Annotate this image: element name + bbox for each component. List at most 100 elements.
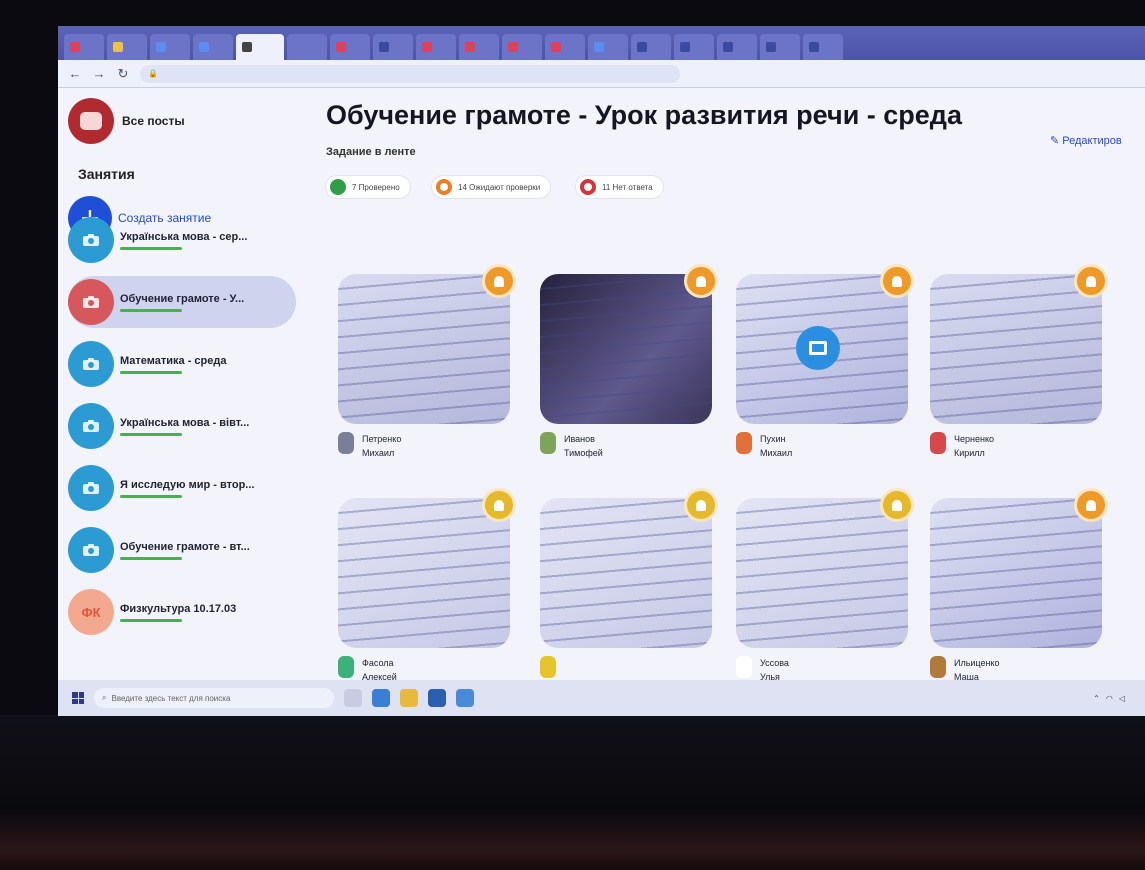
submission-card[interactable]: Уссова Улья: [736, 488, 914, 684]
tab-favicon-icon: [809, 42, 819, 52]
lock-icon: 🔒: [148, 69, 161, 78]
browser-tab[interactable]: [760, 34, 800, 60]
camera-icon: [68, 341, 114, 387]
status-label: 7 Проверено: [352, 182, 400, 192]
forward-arrow-icon[interactable]: →: [92, 66, 106, 81]
lesson-title: Математика - среда: [120, 354, 227, 367]
sidebar-lesson-item[interactable]: Обучение грамоте - У...: [68, 276, 296, 328]
browser-tab[interactable]: [287, 34, 327, 60]
camera-icon: [68, 527, 114, 573]
browser-tab[interactable]: [373, 34, 413, 60]
pending-bell-icon: [1074, 264, 1108, 298]
status-filter-red[interactable]: 11 Нет ответа: [576, 176, 663, 198]
browser-tab[interactable]: [330, 34, 370, 60]
chrome-icon[interactable]: [456, 689, 474, 707]
camera-icon: [68, 403, 114, 449]
browser-tab[interactable]: [459, 34, 499, 60]
browser-tab[interactable]: [674, 34, 714, 60]
windows-taskbar: ⌕ Введите здесь текст для поиска ⌃ ◠ ◁: [58, 680, 1145, 716]
edge-icon[interactable]: [372, 689, 390, 707]
tab-favicon-icon: [594, 42, 604, 52]
wifi-icon: ◠: [1105, 693, 1113, 703]
submission-thumbnail[interactable]: [540, 274, 712, 424]
reload-icon[interactable]: ↻: [116, 66, 130, 82]
laptop-screen: ← → ↻ 🔒 Все посты Занятия + Создать заня…: [58, 26, 1145, 716]
tab-favicon-icon: [293, 42, 303, 52]
submission-thumbnail[interactable]: [338, 274, 510, 424]
tab-favicon-icon: [422, 42, 432, 52]
class-avatar: [68, 98, 114, 144]
student-avatar: [736, 432, 752, 454]
main-content: Обучение грамоте - Урок развития речи - …: [320, 88, 1145, 682]
lesson-progress-bar: [120, 618, 182, 622]
submission-thumbnail[interactable]: [338, 498, 510, 648]
tab-favicon-icon: [680, 42, 690, 52]
all-posts-link[interactable]: Все посты: [68, 98, 185, 144]
store-icon[interactable]: [428, 689, 446, 707]
student-avatar: [540, 432, 556, 454]
student-avatar: [338, 656, 354, 678]
student-name: Черненко Кирилл: [954, 434, 994, 458]
tab-favicon-icon: [379, 42, 389, 52]
browser-tab[interactable]: [416, 34, 456, 60]
pending-bell-icon: [1074, 488, 1108, 522]
browser-tab[interactable]: [631, 34, 671, 60]
status-label: 11 Нет ответа: [602, 182, 653, 192]
browser-tab[interactable]: [150, 34, 190, 60]
lesson-title: Я исследую мир - втор...: [120, 478, 255, 491]
tab-favicon-icon: [199, 42, 209, 52]
sidebar-lesson-item[interactable]: Обучение грамоте - вт...: [68, 524, 296, 576]
address-bar[interactable]: 🔒: [140, 64, 680, 83]
edit-link[interactable]: ✎ Редактиров: [1050, 134, 1122, 147]
submission-thumbnail[interactable]: [540, 498, 712, 648]
taskbar-search[interactable]: ⌕ Введите здесь текст для поиска: [94, 688, 334, 708]
browser-tab[interactable]: [588, 34, 628, 60]
page-title: Обучение грамоте - Урок развития речи - …: [326, 100, 962, 130]
task-subtitle: Задание в ленте: [326, 146, 416, 158]
browser-tab[interactable]: [717, 34, 757, 60]
sidebar-lesson-item[interactable]: Українська мова - вівт...: [68, 400, 296, 452]
browser-tab[interactable]: [502, 34, 542, 60]
pending-bell-icon: [880, 264, 914, 298]
status-red-icon: [580, 179, 596, 195]
browser-toolbar: ← → ↻ 🔒: [58, 60, 1145, 88]
lesson-title: Обучение грамоте - У...: [120, 292, 245, 305]
folder-icon[interactable]: [400, 689, 418, 707]
browser-tab[interactable]: [545, 34, 585, 60]
browser-tab[interactable]: [236, 34, 284, 60]
tab-favicon-icon: [113, 42, 123, 52]
browser-tab[interactable]: [803, 34, 843, 60]
submission-thumbnail[interactable]: [930, 274, 1102, 424]
system-tray[interactable]: ⌃ ◠ ◁: [1093, 694, 1131, 703]
status-label: 14 Ожидают проверки: [458, 182, 541, 192]
submission-card[interactable]: Черненко Кирилл: [930, 264, 1108, 460]
sidebar-lesson-item[interactable]: ФК Физкультура 10.17.03: [68, 586, 296, 638]
submission-card[interactable]: Петренко Михаил: [338, 264, 516, 460]
submission-card[interactable]: Ильиценко Маша: [930, 488, 1108, 684]
submission-thumbnail[interactable]: [736, 498, 908, 648]
sidebar-lesson-item[interactable]: Я исследую мир - втор...: [68, 462, 296, 514]
submission-card[interactable]: Фасола Алексей: [338, 488, 516, 684]
browser-tab[interactable]: [64, 34, 104, 60]
status-filter-orange[interactable]: 14 Ожидают проверки: [432, 176, 551, 198]
task-view-icon[interactable]: [344, 689, 362, 707]
pending-bell-icon: [880, 488, 914, 522]
windows-start-icon[interactable]: [72, 692, 84, 704]
submission-card[interactable]: [540, 488, 718, 678]
browser-tab-strip: [58, 26, 1145, 60]
student-name: Пухин Михаил: [760, 434, 793, 458]
lesson-progress-bar: [120, 494, 182, 498]
browser-tab[interactable]: [107, 34, 147, 60]
media-preview-icon[interactable]: [796, 326, 840, 370]
submission-thumbnail[interactable]: [930, 498, 1102, 648]
laptop-bezel: [0, 715, 1145, 870]
submission-card[interactable]: Пухин Михаил: [736, 264, 914, 460]
sidebar-lesson-item[interactable]: Українська мова - сер...: [68, 214, 296, 266]
browser-tab[interactable]: [193, 34, 233, 60]
sidebar-lesson-item[interactable]: Математика - среда: [68, 338, 296, 390]
pending-bell-icon: [684, 264, 718, 298]
submission-card[interactable]: Иванов Тимофей: [540, 264, 718, 460]
back-arrow-icon[interactable]: ←: [68, 66, 82, 81]
status-filter-green[interactable]: 7 Проверено: [326, 176, 410, 198]
lesson-progress-bar: [120, 432, 182, 436]
